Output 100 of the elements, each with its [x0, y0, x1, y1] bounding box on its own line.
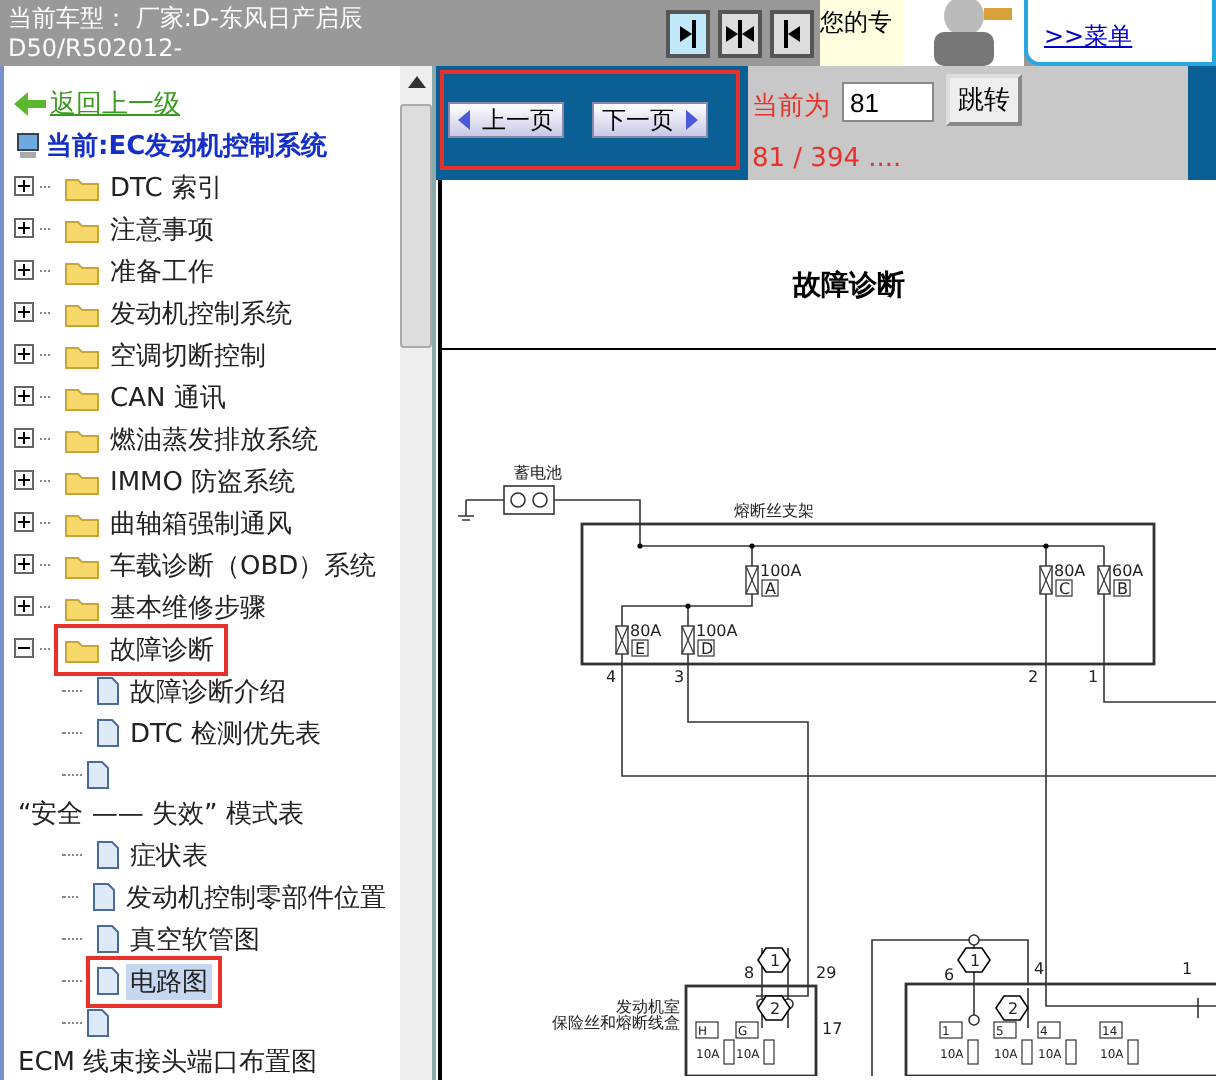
- expand-icon[interactable]: [14, 386, 36, 408]
- fuse-rating: 80A: [630, 622, 662, 640]
- document-icon: [96, 924, 120, 954]
- expand-icon[interactable]: [14, 176, 36, 198]
- fuse-box-label: 保险丝和熔断线盒: [552, 1014, 680, 1032]
- arrow-icon: [784, 19, 800, 47]
- menu-link[interactable]: >>菜单: [1044, 20, 1133, 54]
- connector-symbol: [995, 995, 1029, 1021]
- expand-icon[interactable]: [14, 512, 36, 534]
- terminal-number: 1: [1182, 960, 1193, 978]
- folder-icon: [64, 383, 100, 411]
- page-input[interactable]: 81: [842, 82, 934, 122]
- tree-folder-item[interactable]: 故障诊断: [54, 623, 228, 675]
- terminal-number: 8: [744, 964, 755, 982]
- fuse-block-label: 熔断丝支架: [734, 502, 814, 520]
- connector-number: 1: [770, 952, 781, 970]
- expand-icon[interactable]: [14, 260, 36, 282]
- view-toggle-button[interactable]: [718, 9, 762, 57]
- document-icon: [96, 718, 120, 748]
- fuse-box-label: 发动机室: [616, 998, 680, 1016]
- folder-icon: [64, 467, 100, 495]
- fuse-symbol: [1065, 1039, 1077, 1065]
- connector-symbol: [757, 995, 791, 1021]
- fuse-symbol: [1039, 565, 1053, 595]
- view-toggle-button[interactable]: [770, 9, 814, 57]
- terminal-number: 29: [816, 964, 837, 982]
- folder-icon: [64, 593, 100, 621]
- back-arrow-icon: [14, 91, 46, 115]
- fuse-letter-tag: A: [761, 579, 779, 598]
- fuse-symbol: [615, 625, 629, 655]
- folder-icon: [64, 215, 100, 243]
- computer-icon: [14, 131, 42, 159]
- tree-document-item[interactable]: “安全 —— 失效” 模式表: [14, 800, 308, 830]
- expand-icon[interactable]: [14, 428, 36, 450]
- collapse-icon[interactable]: [14, 638, 36, 660]
- expand-icon[interactable]: [14, 302, 36, 324]
- prev-page-button[interactable]: 上一页: [448, 102, 564, 138]
- expand-icon[interactable]: [14, 596, 36, 618]
- pin-number: 4: [606, 668, 617, 686]
- jump-button[interactable]: 跳转: [946, 74, 1022, 126]
- fuse-rating: 80A: [1054, 562, 1086, 580]
- fuse-symbol: [1097, 565, 1111, 595]
- document-icon: [92, 882, 116, 912]
- battery-label: 蓄电池: [514, 464, 562, 482]
- scrollbar[interactable]: [400, 66, 432, 1080]
- junction-dot: [637, 543, 643, 549]
- fuse-letter-tag: E: [631, 639, 649, 658]
- folder-icon: [64, 173, 100, 201]
- folder-icon: [64, 341, 100, 369]
- fuse-letter-tag: C: [1055, 579, 1073, 598]
- fuse-rating: 100A: [760, 562, 802, 580]
- connector-symbol: [957, 947, 991, 973]
- fuse-symbol: [967, 1039, 979, 1065]
- terminal-number: 4: [1034, 960, 1045, 978]
- folder-icon: [64, 551, 100, 579]
- document-icon: [96, 840, 120, 870]
- expand-icon[interactable]: [14, 470, 36, 492]
- fuse-symbol: [1127, 1039, 1139, 1065]
- document-icon: [96, 966, 120, 996]
- folder-icon: [64, 635, 100, 663]
- next-page-button[interactable]: 下一页: [592, 102, 708, 138]
- fuse-letter-tag: B: [1113, 579, 1131, 598]
- document-icon: [96, 676, 120, 706]
- terminal-number: 6: [944, 966, 955, 984]
- car-model-text: 当前车型： 厂家:D-东风日产启辰 D50/R502012-: [6, 2, 365, 66]
- connector-symbol: [757, 947, 791, 973]
- notice-text: 您的专: [820, 0, 904, 66]
- fuse-symbol: [1021, 1039, 1033, 1065]
- page-count: 81 / 394 ....: [752, 144, 904, 174]
- fuse-symbol: [745, 565, 759, 595]
- connector-number: 2: [1008, 1000, 1019, 1018]
- folder-icon: [64, 299, 100, 327]
- current-page-label: 当前为: [752, 90, 830, 124]
- fuse-rating: 60A: [1112, 562, 1144, 580]
- back-link[interactable]: 返回上一级: [50, 85, 180, 121]
- terminal-number: 17: [822, 1020, 843, 1038]
- pin-number: 3: [674, 668, 685, 686]
- document-icon: [86, 760, 110, 790]
- fuse-letter-tag: D: [697, 639, 715, 658]
- fuse-symbol: [763, 1039, 775, 1065]
- connector-number: 2: [770, 1000, 781, 1018]
- expand-icon[interactable]: [14, 554, 36, 576]
- folder-icon: [64, 257, 100, 285]
- junction-dot: [1043, 543, 1049, 549]
- arrow-icon: [680, 19, 696, 47]
- junction-dot: [749, 543, 755, 549]
- folder-icon: [64, 509, 100, 537]
- tree-document-item[interactable]: 电路图: [86, 955, 222, 1007]
- fuse-symbol: [681, 625, 695, 655]
- fuse-rating: 100A: [696, 622, 738, 640]
- scrollbar-thumb[interactable]: [400, 104, 432, 348]
- pin-number: 2: [1028, 668, 1039, 686]
- scroll-up-icon[interactable]: [407, 76, 425, 88]
- junction-dot: [685, 603, 691, 609]
- connector-number: 1: [970, 952, 981, 970]
- view-toggle-button[interactable]: [666, 9, 710, 57]
- page-title: 故障诊断: [790, 268, 907, 306]
- tree-document-item[interactable]: ECM 线束接头端口布置图: [14, 1048, 322, 1078]
- expand-icon[interactable]: [14, 344, 36, 366]
- expand-icon[interactable]: [14, 218, 36, 240]
